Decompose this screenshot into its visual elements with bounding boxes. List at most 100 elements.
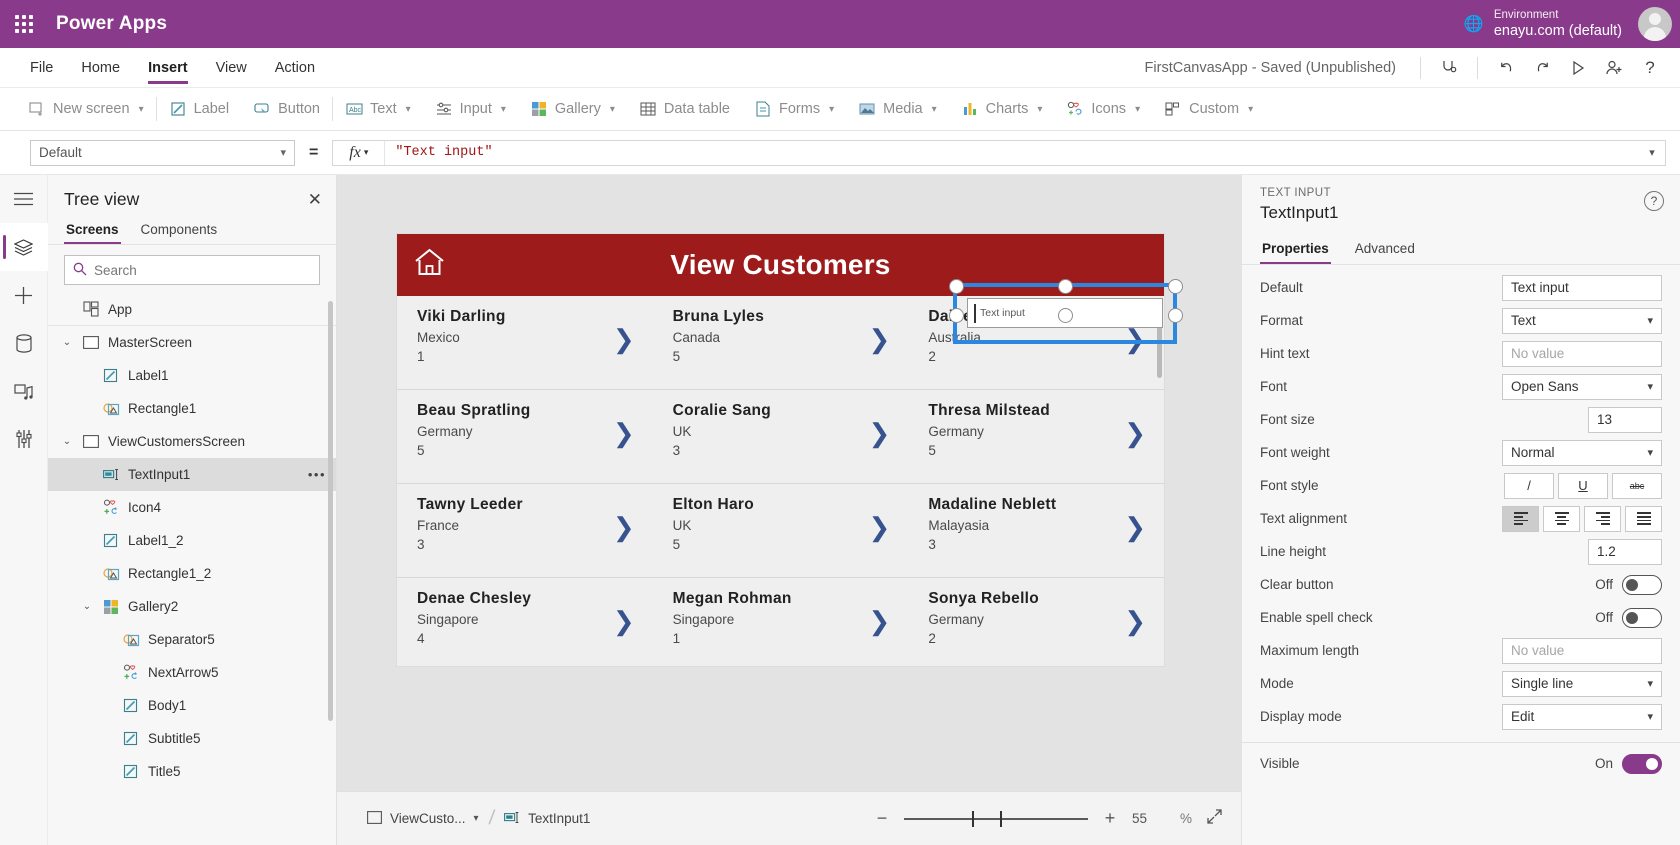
hamburger-menu-icon[interactable] bbox=[0, 175, 48, 223]
app-checker-icon[interactable] bbox=[1431, 50, 1467, 86]
gallery-row[interactable]: Beau Spratling Germany 5 ❯ Coralie Sang UK 3 ❯ T… bbox=[397, 390, 1164, 484]
next-arrow-icon[interactable]: ❯ bbox=[1124, 418, 1146, 449]
property-input-default[interactable]: Text input bbox=[1502, 274, 1662, 301]
tree-node-label1[interactable]: Label1 bbox=[48, 359, 336, 392]
gallery-item[interactable]: Viki Darling Mexico 1 ❯ bbox=[397, 296, 653, 389]
ribbon-icons[interactable]: Icons ▾ bbox=[1054, 88, 1152, 131]
chevron-down-icon[interactable]: ⌄ bbox=[80, 601, 94, 612]
formula-expand-icon[interactable]: ▾ bbox=[1639, 146, 1665, 159]
ribbon-forms[interactable]: Forms ▾ bbox=[742, 88, 846, 131]
tree-node-app[interactable]: App bbox=[48, 293, 336, 326]
app-launcher-icon[interactable] bbox=[0, 0, 48, 48]
property-input-hint-text[interactable]: No value bbox=[1502, 340, 1662, 367]
toggle-clear-button[interactable] bbox=[1622, 574, 1662, 595]
next-arrow-icon[interactable]: ❯ bbox=[1124, 512, 1146, 543]
advanced-tools-icon[interactable] bbox=[0, 415, 48, 463]
user-avatar[interactable] bbox=[1638, 7, 1672, 41]
tree-node-more-icon[interactable]: ••• bbox=[308, 467, 326, 482]
tree-node-separator5[interactable]: Separator5 bbox=[48, 623, 336, 656]
gallery-item[interactable]: Thresa Milstead Germany 5 ❯ bbox=[908, 390, 1164, 483]
gallery-row[interactable]: Denae Chesley Singapore 4 ❯ Megan Rohman Sing… bbox=[397, 578, 1164, 666]
formula-input[interactable]: "Text input" bbox=[385, 145, 1639, 160]
tree-node-subtitle5[interactable]: Subtitle5 bbox=[48, 722, 336, 755]
fx-icon[interactable]: fx ▾ bbox=[333, 140, 386, 165]
property-select-font-weight[interactable]: Normal ▾ bbox=[1502, 439, 1662, 466]
next-arrow-icon[interactable]: ❯ bbox=[869, 418, 891, 449]
ribbon-data-table[interactable]: Data table bbox=[627, 88, 742, 131]
close-icon[interactable]: ✕ bbox=[308, 190, 322, 210]
tree-search-box[interactable] bbox=[64, 255, 320, 285]
gallery-item[interactable]: Elton Haro UK 5 ❯ bbox=[653, 484, 909, 577]
next-arrow-icon[interactable]: ❯ bbox=[869, 324, 891, 355]
tab-properties[interactable]: Properties bbox=[1260, 237, 1331, 264]
insert-icon[interactable] bbox=[0, 271, 48, 319]
next-arrow-icon[interactable]: ❯ bbox=[613, 606, 635, 637]
ribbon-text[interactable]: Abc Text ▾ bbox=[333, 88, 423, 131]
property-select-format[interactable]: Text ▾ bbox=[1502, 307, 1662, 334]
menu-item-view[interactable]: View bbox=[202, 48, 261, 88]
zoom-in-button[interactable]: + bbox=[1102, 808, 1118, 829]
gallery-item[interactable]: Denae Chesley Singapore 4 ❯ bbox=[397, 578, 653, 666]
gallery-item[interactable]: Tawny Leeder France 3 ❯ bbox=[397, 484, 653, 577]
tree-node-masterscreen[interactable]: ⌄ MasterScreen bbox=[48, 326, 336, 359]
tree-node-gallery2[interactable]: ⌄ Gallery2 bbox=[48, 590, 336, 623]
menu-item-action[interactable]: Action bbox=[261, 48, 329, 88]
share-icon[interactable] bbox=[1596, 50, 1632, 86]
tree-node-nextarrow5[interactable]: NextArrow5 bbox=[48, 656, 336, 689]
property-selector[interactable]: Default ▾ bbox=[30, 139, 295, 166]
ribbon-label[interactable]: Label bbox=[157, 88, 241, 131]
underline-button[interactable]: U bbox=[1558, 472, 1608, 499]
strikethrough-button[interactable]: abc bbox=[1612, 472, 1662, 499]
property-input-line-height[interactable]: 1.2 bbox=[1588, 538, 1662, 565]
property-input-maximum-length[interactable]: No value bbox=[1502, 637, 1662, 664]
tree-node-title5[interactable]: Title5 bbox=[48, 755, 336, 788]
menu-item-insert[interactable]: Insert bbox=[134, 48, 202, 88]
gallery-row[interactable]: Tawny Leeder France 3 ❯ Elton Haro UK 5 ❯ Madali… bbox=[397, 484, 1164, 578]
gallery-item[interactable]: Beau Spratling Germany 5 ❯ bbox=[397, 390, 653, 483]
textinput-selection-box[interactable]: Text input bbox=[949, 279, 1183, 344]
align-center-button[interactable] bbox=[1543, 505, 1580, 532]
ribbon-media[interactable]: Media ▾ bbox=[846, 88, 949, 131]
tree-node-rectangle1_2[interactable]: Rectangle1_2 bbox=[48, 557, 336, 590]
tab-advanced[interactable]: Advanced bbox=[1353, 237, 1417, 264]
next-arrow-icon[interactable]: ❯ bbox=[869, 606, 891, 637]
tree-scrollbar[interactable] bbox=[328, 301, 333, 721]
help-icon[interactable]: ? bbox=[1632, 50, 1668, 86]
next-arrow-icon[interactable]: ❯ bbox=[613, 418, 635, 449]
formula-input-wrap[interactable]: fx ▾ "Text input" ▾ bbox=[332, 139, 1666, 166]
ribbon-button[interactable]: Button bbox=[241, 88, 332, 131]
customer-gallery[interactable]: Viki DarlingMexico1❯Bruna LylesCanada5❯D… bbox=[397, 296, 1164, 666]
help-circle-icon[interactable]: ? bbox=[1644, 191, 1664, 211]
zoom-out-button[interactable]: − bbox=[874, 808, 890, 829]
breadcrumb-screen[interactable]: ViewCusto... ▾ bbox=[359, 810, 487, 827]
ribbon-input[interactable]: Input ▾ bbox=[423, 88, 518, 131]
toggle-enable-spell-check[interactable] bbox=[1622, 607, 1662, 628]
tree-node-rectangle1[interactable]: Rectangle1 bbox=[48, 392, 336, 425]
redo-icon[interactable] bbox=[1524, 50, 1560, 86]
zoom-slider[interactable] bbox=[903, 810, 1088, 828]
gallery-item[interactable]: Sonya Rebello Germany 2 ❯ bbox=[908, 578, 1164, 666]
undo-icon[interactable] bbox=[1488, 50, 1524, 86]
tab-screens[interactable]: Screens bbox=[64, 218, 121, 244]
menu-item-home[interactable]: Home bbox=[67, 48, 134, 88]
gallery-item[interactable]: Megan Rohman Singapore 1 ❯ bbox=[653, 578, 909, 666]
tree-node-viewcustomersscreen[interactable]: ⌄ ViewCustomersScreen bbox=[48, 425, 336, 458]
visible-toggle[interactable] bbox=[1622, 753, 1662, 774]
property-select-font[interactable]: Open Sans ▾ bbox=[1502, 373, 1662, 400]
next-arrow-icon[interactable]: ❯ bbox=[613, 512, 635, 543]
menu-item-file[interactable]: File bbox=[0, 48, 67, 88]
gallery-item[interactable]: Madaline Neblett Malayasia 3 ❯ bbox=[908, 484, 1164, 577]
tree-node-textinput1[interactable]: TextInput1 ••• bbox=[48, 458, 336, 491]
tree-view-icon[interactable] bbox=[0, 223, 48, 271]
property-select-display-mode[interactable]: Edit ▾ bbox=[1502, 703, 1662, 730]
data-icon[interactable] bbox=[0, 319, 48, 367]
chevron-down-icon[interactable]: ⌄ bbox=[60, 436, 74, 447]
next-arrow-icon[interactable]: ❯ bbox=[1124, 606, 1146, 637]
media-icon[interactable] bbox=[0, 367, 48, 415]
align-left-button[interactable] bbox=[1502, 505, 1539, 532]
ribbon-new-screen[interactable]: New screen ▾ bbox=[0, 88, 156, 131]
align-right-button[interactable] bbox=[1584, 505, 1621, 532]
align-justify-button[interactable] bbox=[1625, 505, 1662, 532]
italic-button[interactable]: / bbox=[1504, 472, 1554, 499]
next-arrow-icon[interactable]: ❯ bbox=[613, 324, 635, 355]
